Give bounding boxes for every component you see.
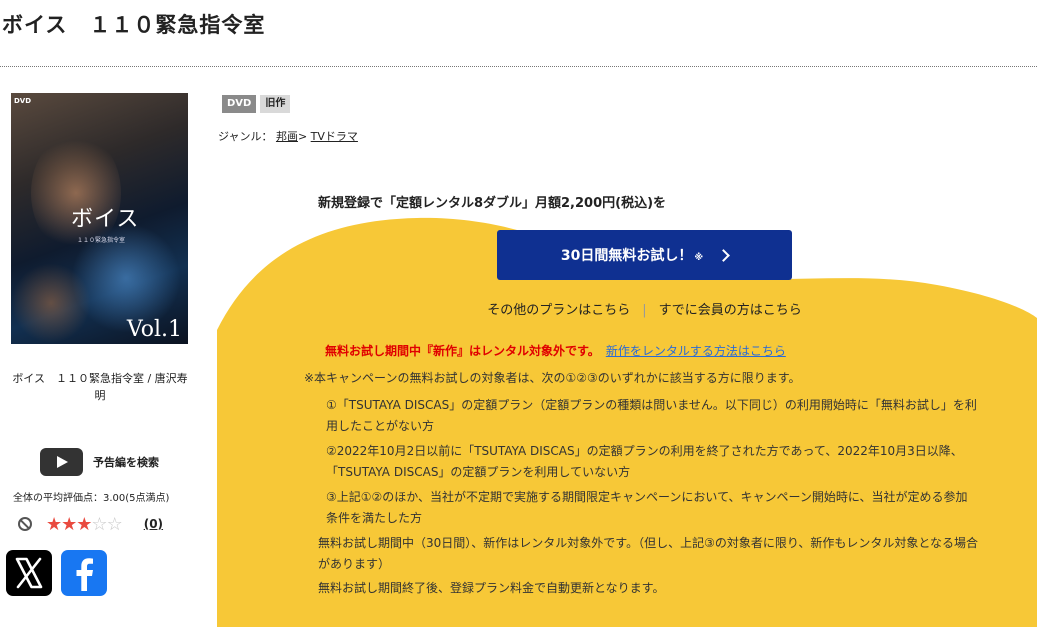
link-separator: | — [642, 303, 647, 318]
star-empty-icon: ☆ — [106, 513, 123, 535]
rating-stars[interactable]: ★★★☆☆ — [46, 513, 123, 535]
average-rating-label: 全体の平均評価点： — [13, 493, 103, 504]
star-filled-icon: ★ — [46, 513, 62, 535]
product-badges: DVD 旧作 — [222, 95, 291, 113]
x-share-icon[interactable] — [6, 550, 52, 596]
member-login-link[interactable]: すでに会員の方はこちら — [659, 303, 802, 318]
category-badge: 旧作 — [260, 95, 291, 113]
terms-note-2: 無料お試し期間終了後、登録プラン料金で自動更新となります。 — [318, 581, 665, 595]
plan-links: その他のプランはこちら | すでに会員の方はこちら — [217, 299, 1037, 318]
genre-label: ジャンル： — [218, 130, 273, 143]
chevron-right-icon — [717, 248, 730, 262]
page-title: ボイス １１０緊急指令室 — [2, 13, 266, 37]
rating-row: ★★★☆☆ (0) — [18, 513, 163, 535]
average-rating-value: 3.00(5点満点) — [103, 493, 170, 504]
cover-dvd-mark: DVD — [14, 97, 32, 105]
trailer-search[interactable]: 予告編を検索 — [40, 448, 159, 476]
cover-volume: Vol.1 — [126, 317, 182, 342]
format-badge: DVD — [222, 95, 257, 113]
terms-item-3: ③上記①②のほか、当社が不定期で実施する期間限定キャンペーンにおいて、キャンペー… — [326, 490, 968, 525]
review-count-link[interactable]: (0) — [144, 517, 163, 531]
genre-link-japanese-film[interactable]: 邦画 — [276, 130, 298, 143]
new-release-rental-link[interactable]: 新作をレンタルする方法はこちら — [606, 344, 786, 358]
product-name: ボイス １１０緊急指令室 / 唐沢寿明 — [12, 372, 188, 402]
genre-separator: > — [297, 130, 308, 143]
free-trial-note: ※ — [694, 253, 704, 263]
product-cover-image[interactable]: DVD ボイス １１０緊急指令室 Vol.1 — [11, 93, 188, 344]
facebook-share-icon[interactable] — [61, 550, 107, 596]
trailer-search-label[interactable]: 予告編を検索 — [93, 454, 159, 470]
trial-notice: 無料お試し期間中『新作』はレンタル対象外です。 新作をレンタルする方法はこちら — [325, 342, 786, 359]
terms-item-2: ②2022年10月2日以前に「TSUTAYA DISCAS」の定額プランの利用を… — [326, 444, 963, 479]
title-divider — [0, 66, 1037, 67]
terms-item-1: ①「TSUTAYA DISCAS」の定額プラン（定額プランの種類は問いません。以… — [326, 398, 977, 433]
cover-title: ボイス — [71, 207, 140, 232]
genre-link-tv-drama[interactable]: TVドラマ — [311, 130, 358, 143]
cover-subtitle: １１０緊急指令室 — [77, 237, 126, 244]
star-empty-icon: ☆ — [91, 513, 107, 535]
play-icon[interactable] — [40, 448, 83, 476]
terms-intro: ※本キャンペーンの無料お試しの対象者は、次の①②③のいずれかに該当する方に限りま… — [304, 371, 801, 385]
free-trial-button[interactable]: 30日間無料お試し！ ※ — [497, 230, 792, 280]
free-trial-label: 30日間無料お試し！ — [560, 248, 693, 264]
genre-breadcrumb: ジャンル： 邦画> TVドラマ — [218, 128, 358, 144]
new-release-warning: 無料お試し期間中『新作』はレンタル対象外です。 — [325, 344, 600, 358]
prohibited-icon[interactable] — [18, 517, 32, 531]
promo-headline: 新規登録で「定額レンタル8ダブル」月額2,200円(税込)を — [317, 196, 667, 211]
terms-note-1: 無料お試し期間中（30日間）、新作はレンタル対象外です。（但し、上記③の対象者に… — [318, 536, 978, 571]
other-plans-link[interactable]: その他のプランはこちら — [487, 303, 630, 318]
average-rating: 全体の平均評価点：3.00(5点満点) — [13, 489, 169, 504]
star-filled-icon: ★ — [76, 513, 92, 535]
star-filled-icon: ★ — [61, 513, 77, 535]
